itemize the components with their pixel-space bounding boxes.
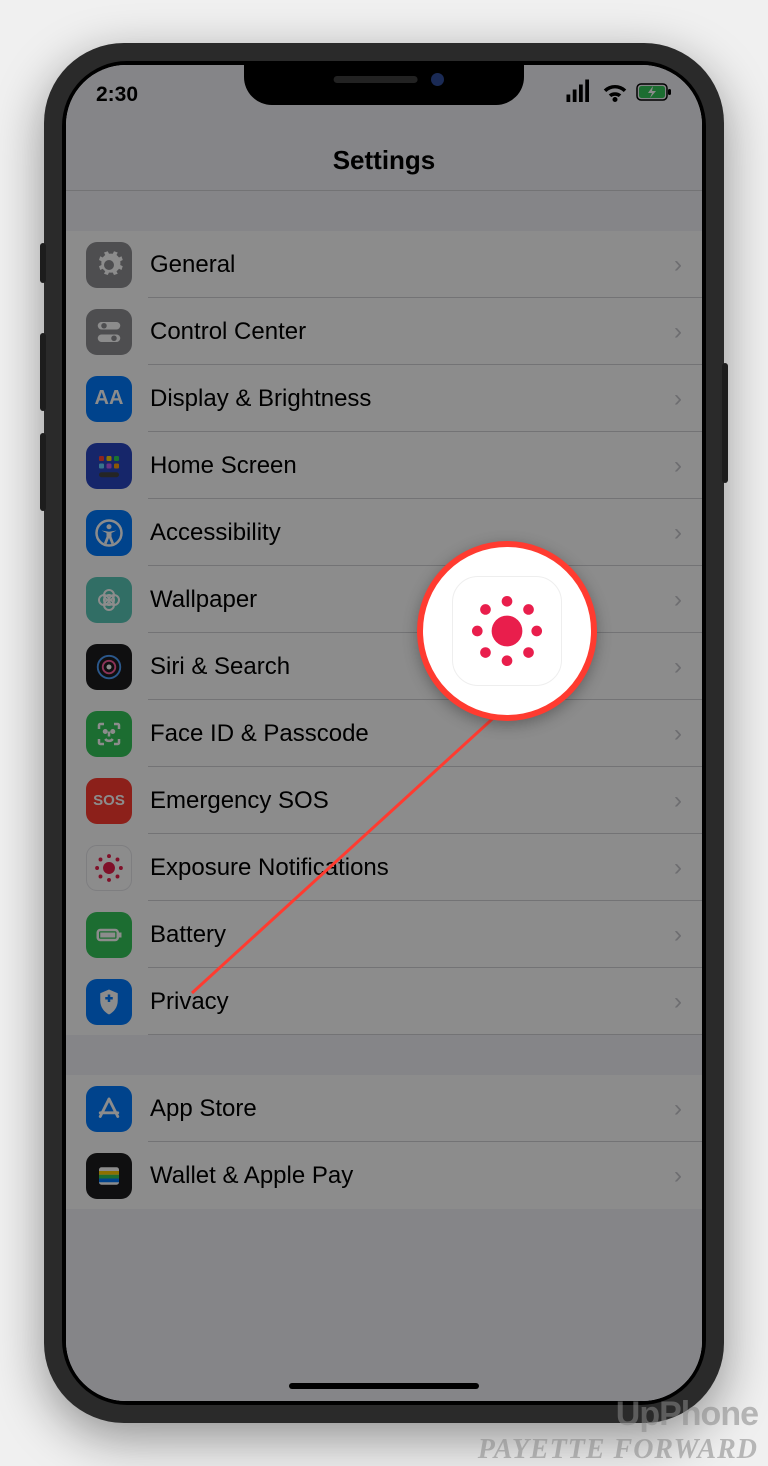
wallpaper-icon [86, 577, 132, 623]
row-display[interactable]: AA Display & Brightness › [66, 365, 702, 432]
volume-up-button [40, 333, 46, 411]
row-label: Wallpaper [150, 586, 674, 614]
wifi-icon [600, 77, 630, 113]
chevron-right-icon: › [674, 787, 682, 815]
accessibility-icon [86, 510, 132, 556]
chevron-right-icon: › [674, 452, 682, 480]
chevron-right-icon: › [674, 653, 682, 681]
row-appstore[interactable]: App Store › [66, 1075, 702, 1142]
row-label: Exposure Notifications [150, 854, 674, 882]
appstore-icon [86, 1086, 132, 1132]
chevron-right-icon: › [674, 318, 682, 346]
row-label: Control Center [150, 318, 674, 346]
row-privacy[interactable]: Privacy › [66, 968, 702, 1035]
chevron-right-icon: › [674, 720, 682, 748]
row-sos[interactable]: SOS Emergency SOS › [66, 767, 702, 834]
row-control-center[interactable]: Control Center › [66, 298, 702, 365]
mute-switch [40, 243, 46, 283]
chevron-right-icon: › [674, 921, 682, 949]
watermark-line-2: PAYETTE FORWARD [478, 1434, 758, 1466]
row-label: Siri & Search [150, 653, 674, 681]
chevron-right-icon: › [674, 1095, 682, 1123]
privacy-icon [86, 979, 132, 1025]
watermark-line-1: UpPhone [478, 1395, 758, 1434]
wallet-icon [86, 1153, 132, 1199]
status-time: 2:30 [96, 83, 138, 107]
home-indicator [289, 1383, 479, 1389]
sos-icon: SOS [86, 778, 132, 824]
row-label: Battery [150, 921, 674, 949]
chevron-right-icon: › [674, 251, 682, 279]
row-label: App Store [150, 1095, 674, 1123]
exposure-icon [86, 845, 132, 891]
text-size-icon: AA [86, 376, 132, 422]
row-label: Accessibility [150, 519, 674, 547]
phone-frame: 2:30 Settings [44, 43, 724, 1423]
row-wallet[interactable]: Wallet & Apple Pay › [66, 1142, 702, 1209]
row-label: General [150, 251, 674, 279]
chevron-right-icon: › [674, 1162, 682, 1190]
row-faceid[interactable]: Face ID & Passcode › [66, 700, 702, 767]
power-button [722, 363, 728, 483]
row-label: Home Screen [150, 452, 674, 480]
callout-magnifier [417, 541, 597, 721]
toggles-icon [86, 309, 132, 355]
row-wallpaper[interactable]: Wallpaper › [66, 566, 702, 633]
battery-icon [636, 83, 672, 107]
volume-down-button [40, 433, 46, 511]
chevron-right-icon: › [674, 586, 682, 614]
row-accessibility[interactable]: Accessibility › [66, 499, 702, 566]
home-screen-icon [86, 443, 132, 489]
exposure-icon-large [452, 576, 562, 686]
chevron-right-icon: › [674, 519, 682, 547]
page-title: Settings [66, 145, 702, 176]
row-label: Wallet & Apple Pay [150, 1162, 674, 1190]
gear-icon [86, 242, 132, 288]
row-siri[interactable]: Siri & Search › [66, 633, 702, 700]
siri-icon [86, 644, 132, 690]
chevron-right-icon: › [674, 854, 682, 882]
row-label: Emergency SOS [150, 787, 674, 815]
faceid-icon [86, 711, 132, 757]
row-exposure-notifications[interactable]: Exposure Notifications › [66, 834, 702, 901]
signal-icon [564, 77, 594, 113]
row-home-screen[interactable]: Home Screen › [66, 432, 702, 499]
watermark: UpPhone PAYETTE FORWARD [478, 1395, 758, 1466]
battery-row-icon [86, 912, 132, 958]
row-label: Display & Brightness [150, 385, 674, 413]
row-battery[interactable]: Battery › [66, 901, 702, 968]
nav-header: Settings [66, 115, 702, 191]
row-label: Privacy [150, 988, 674, 1016]
chevron-right-icon: › [674, 988, 682, 1016]
chevron-right-icon: › [674, 385, 682, 413]
row-general[interactable]: General › [66, 231, 702, 298]
row-label: Face ID & Passcode [150, 720, 674, 748]
notch [244, 61, 524, 105]
